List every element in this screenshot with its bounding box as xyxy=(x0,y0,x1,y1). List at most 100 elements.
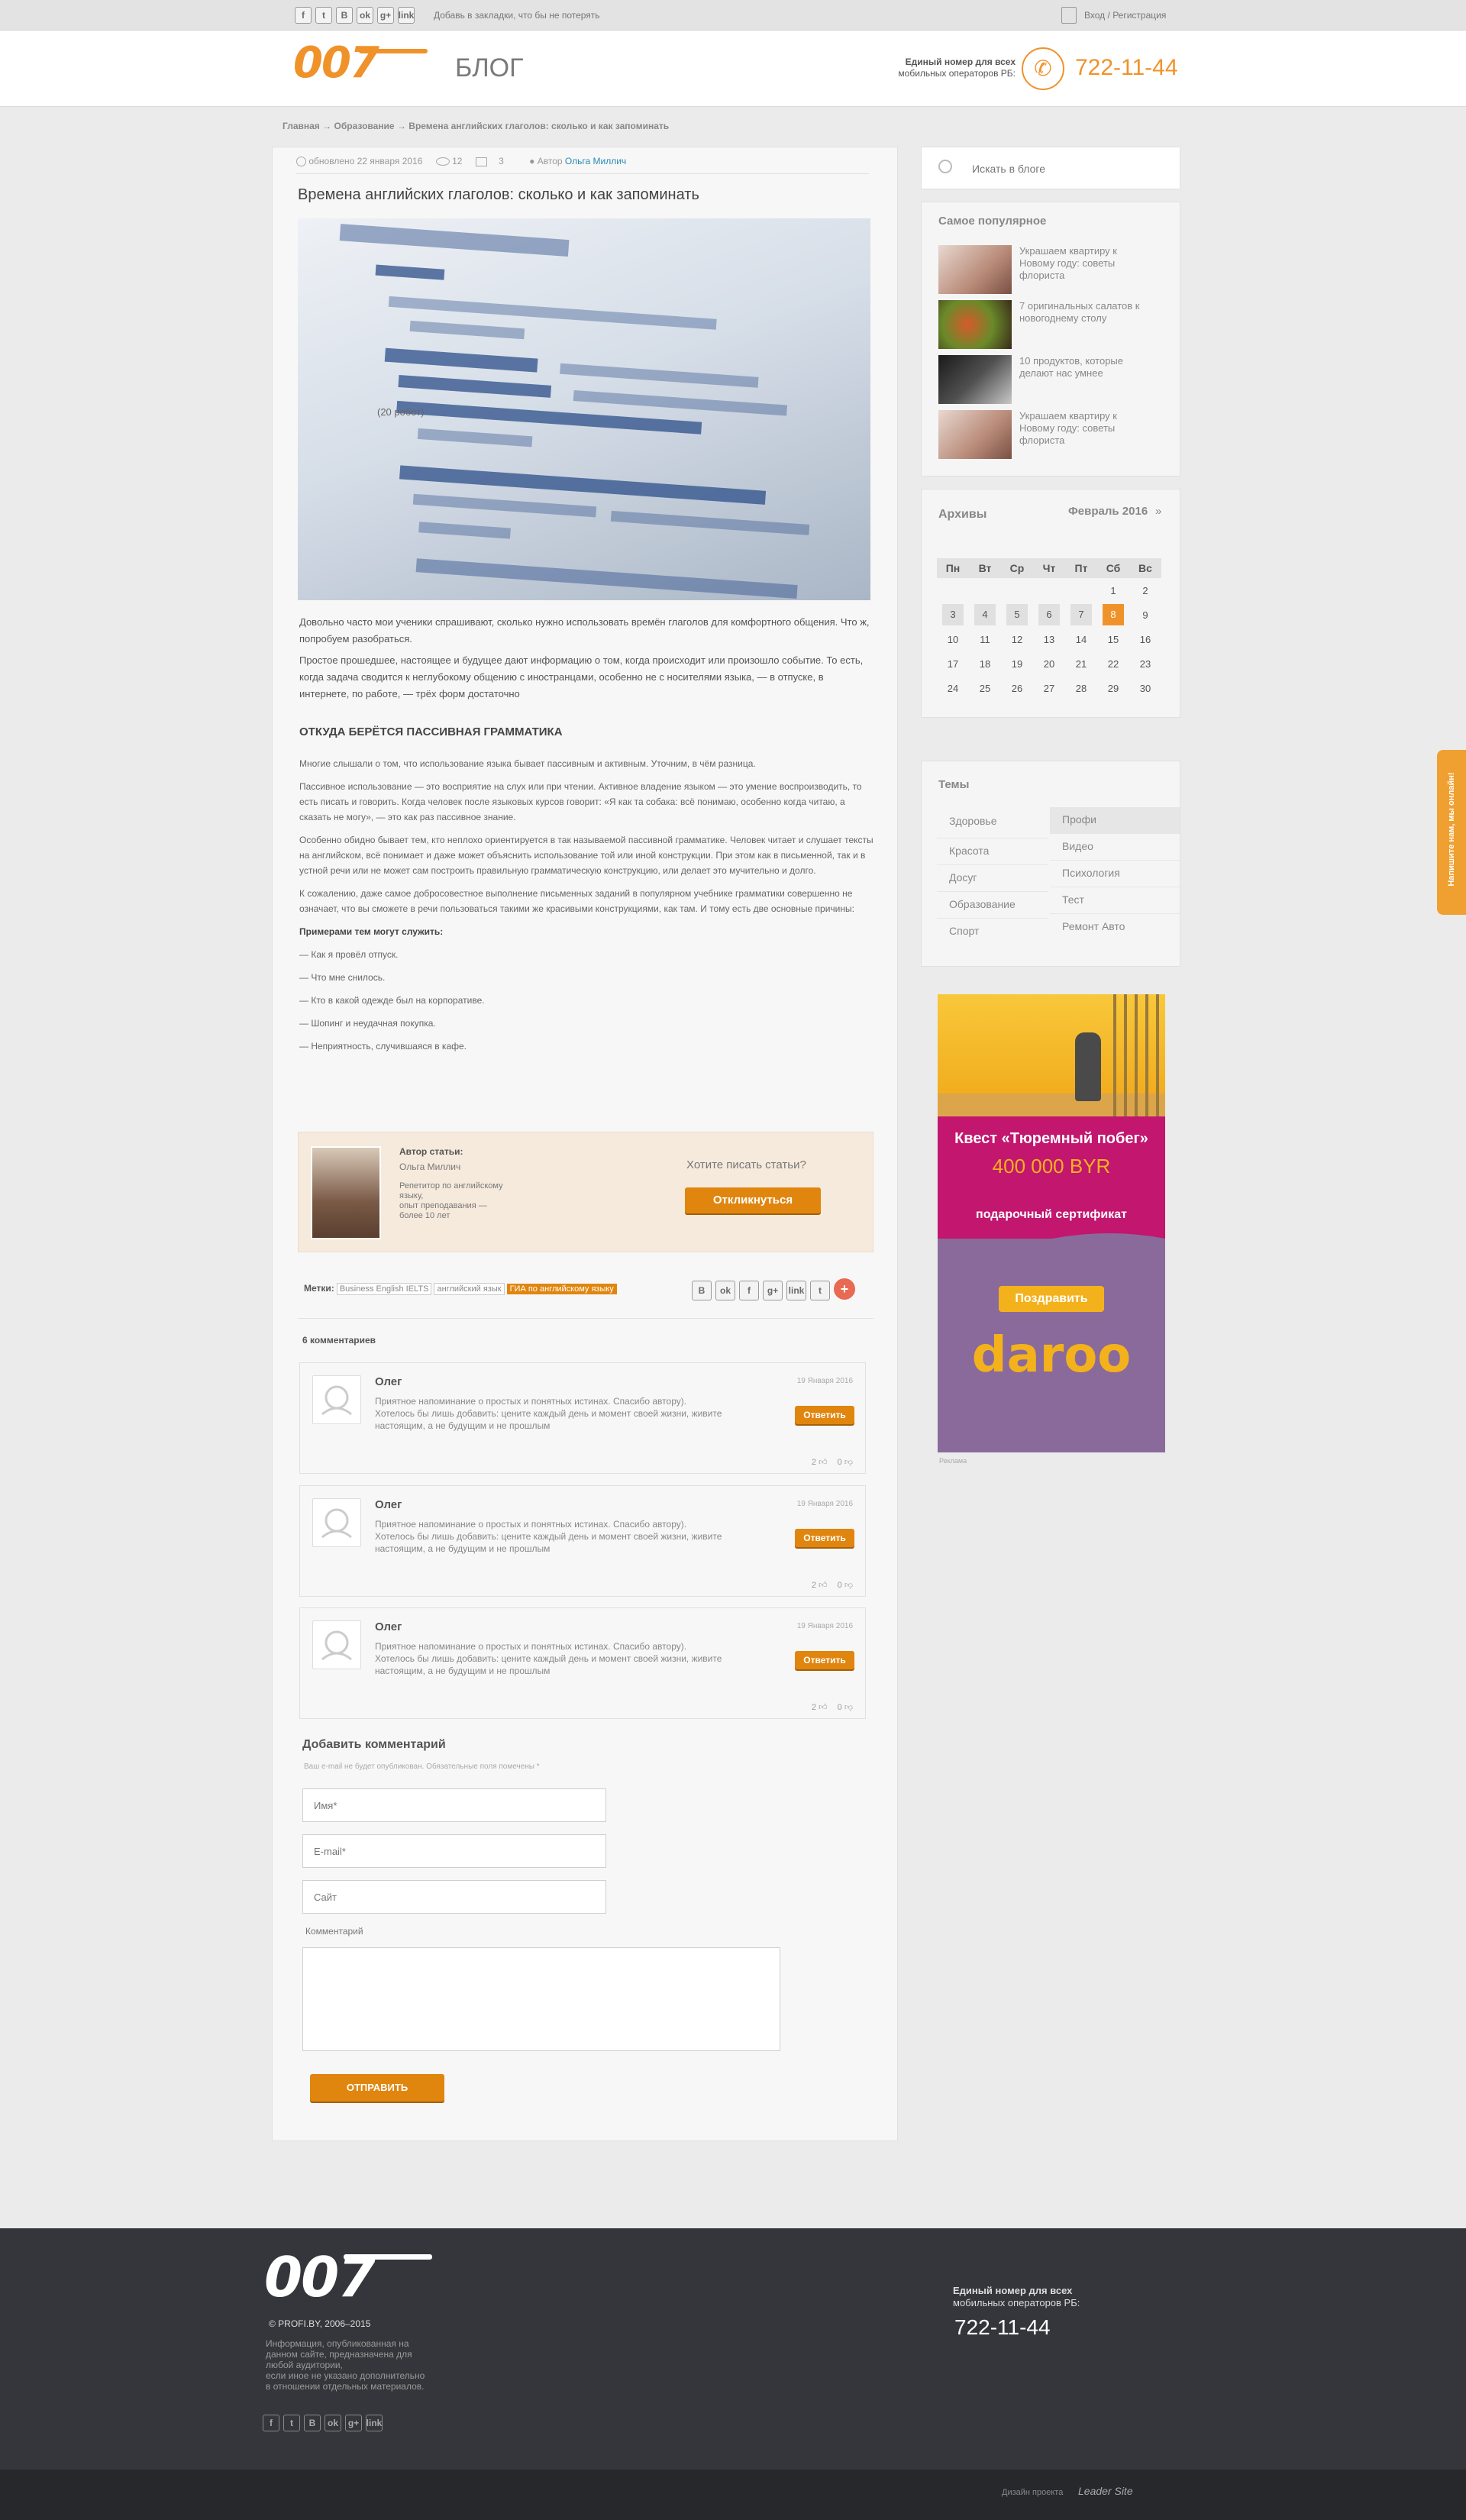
topic-link[interactable]: Ремонт Авто xyxy=(1050,914,1180,941)
author-link[interactable]: Ольга Миллич xyxy=(565,156,626,166)
popular-link[interactable]: Украшаем квартиру к Новому году: советы фл… xyxy=(1019,245,1117,282)
reply-button[interactable]: Ответить xyxy=(795,1651,854,1669)
site-logo[interactable]: 007 xyxy=(293,38,379,88)
facebook-icon[interactable]: f xyxy=(263,2415,279,2431)
twitter-share-icon[interactable]: t xyxy=(810,1280,830,1300)
topic-link[interactable]: Психология xyxy=(1050,861,1180,887)
facebook-share-icon[interactable]: f xyxy=(739,1280,759,1300)
calendar-day[interactable]: 24 xyxy=(937,676,969,700)
popular-link[interactable]: Украшаем квартиру к Новому году: советы фл… xyxy=(1019,410,1117,447)
odnoklassniki-icon[interactable]: ok xyxy=(357,7,373,24)
login-icon[interactable] xyxy=(1061,7,1077,24)
popular-thumb[interactable] xyxy=(938,410,1012,459)
calendar-day[interactable]: 11 xyxy=(969,627,1001,651)
name-field[interactable] xyxy=(302,1788,606,1822)
vk-share-icon[interactable]: B xyxy=(692,1280,712,1300)
site-field[interactable] xyxy=(302,1880,606,1914)
popular-link[interactable]: 10 продуктов, которые делают нас умнее xyxy=(1019,355,1123,380)
popular-link[interactable]: 7 оригинальных салатов к новогоднему стол… xyxy=(1019,300,1139,325)
calendar-today[interactable]: 8 xyxy=(1103,604,1124,625)
topic-link[interactable]: Досуг xyxy=(937,865,1048,892)
calendar-day-link[interactable]: 5 xyxy=(1006,604,1028,625)
tag[interactable]: Business English IELTS xyxy=(336,1283,432,1295)
twitter-icon[interactable]: t xyxy=(315,7,332,24)
popular-thumb[interactable] xyxy=(938,355,1012,404)
vk-icon[interactable]: B xyxy=(304,2415,321,2431)
submit-button[interactable]: ОТПРАВИТЬ xyxy=(310,2074,444,2102)
respond-button[interactable]: Откликнуться xyxy=(685,1187,821,1213)
topic-link[interactable]: Красота xyxy=(937,838,1048,865)
topic-link[interactable]: Тест xyxy=(1050,887,1180,914)
tag[interactable]: английский язык xyxy=(434,1283,505,1295)
feedback-tab[interactable]: Напишите нам, мы онлайн! xyxy=(1437,750,1466,915)
reply-button[interactable]: Ответить xyxy=(795,1406,854,1424)
calendar-day-link[interactable]: 4 xyxy=(974,604,996,625)
calendar-day[interactable]: 9 xyxy=(1129,603,1161,627)
calendar-day-link[interactable]: 6 xyxy=(1038,604,1060,625)
login-link[interactable]: Вход xyxy=(1084,10,1105,21)
calendar-day[interactable]: 17 xyxy=(937,651,969,676)
popular-thumb[interactable] xyxy=(938,300,1012,349)
calendar-day[interactable]: 28 xyxy=(1065,676,1097,700)
dislike-icon[interactable]: 👎︎ xyxy=(844,1703,853,1712)
register-link[interactable]: Регистрация xyxy=(1112,10,1166,21)
topic-link[interactable]: Видео xyxy=(1050,834,1180,861)
header-phone[interactable]: 722-11-44 xyxy=(1075,55,1178,81)
link-icon[interactable]: link xyxy=(398,7,415,24)
topic-link[interactable]: Здоровье xyxy=(937,812,1048,838)
calendar-day-link[interactable]: 3 xyxy=(942,604,964,625)
more-share-icon[interactable]: + xyxy=(834,1278,855,1300)
calendar-day[interactable]: 14 xyxy=(1065,627,1097,651)
author-box-name[interactable]: Ольга Миллич xyxy=(399,1161,460,1172)
design-brand[interactable]: Leader Site xyxy=(1078,2485,1133,2497)
calendar-day[interactable]: 1 xyxy=(1097,578,1129,603)
comment-textarea[interactable] xyxy=(302,1947,780,2051)
reply-button[interactable]: Ответить xyxy=(795,1529,854,1547)
topic-link[interactable]: Спорт xyxy=(937,919,1048,945)
odnoklassniki-icon[interactable]: ok xyxy=(325,2415,341,2431)
topic-link[interactable]: Образование xyxy=(937,892,1048,919)
footer-phone[interactable]: 722-11-44 xyxy=(954,2315,1051,2340)
twitter-icon[interactable]: t xyxy=(283,2415,300,2431)
ad-button[interactable]: Поздравить xyxy=(999,1286,1104,1312)
calendar-day[interactable]: 27 xyxy=(1033,676,1065,700)
calendar-day[interactable]: 2 xyxy=(1129,578,1161,603)
next-month-icon[interactable]: » xyxy=(1155,505,1161,518)
breadcrumb-home[interactable]: Главная xyxy=(283,121,320,131)
calendar-day[interactable]: 23 xyxy=(1129,651,1161,676)
calendar-day[interactable]: 16 xyxy=(1129,627,1161,651)
google-plus-icon[interactable]: g+ xyxy=(345,2415,362,2431)
calendar-day[interactable]: 18 xyxy=(969,651,1001,676)
dislike-icon[interactable]: 👎︎ xyxy=(844,1458,853,1467)
facebook-icon[interactable]: f xyxy=(295,7,312,24)
search-input[interactable] xyxy=(972,158,1171,179)
calendar-day[interactable]: 30 xyxy=(1129,676,1161,700)
like-icon[interactable]: 👍︎ xyxy=(819,1581,828,1590)
like-icon[interactable]: 👍︎ xyxy=(819,1458,828,1467)
calendar-day[interactable]: 25 xyxy=(969,676,1001,700)
calendar-day[interactable]: 12 xyxy=(1001,627,1033,651)
link-icon[interactable]: link xyxy=(366,2415,383,2431)
search-icon[interactable] xyxy=(938,160,952,173)
calendar-day[interactable]: 10 xyxy=(937,627,969,651)
google-plus-share-icon[interactable]: g+ xyxy=(763,1280,783,1300)
like-icon[interactable]: 👍︎ xyxy=(819,1703,828,1712)
link-share-icon[interactable]: link xyxy=(786,1280,806,1300)
calendar-day[interactable]: 15 xyxy=(1097,627,1129,651)
calendar-day-link[interactable]: 7 xyxy=(1070,604,1092,625)
calendar-day[interactable]: 13 xyxy=(1033,627,1065,651)
calendar-day[interactable]: 22 xyxy=(1097,651,1129,676)
calendar-day[interactable]: 21 xyxy=(1065,651,1097,676)
topic-link-active[interactable]: Профи xyxy=(1050,807,1180,834)
calendar-day[interactable]: 19 xyxy=(1001,651,1033,676)
calendar-day[interactable]: 26 xyxy=(1001,676,1033,700)
dislike-icon[interactable]: 👎︎ xyxy=(844,1581,853,1590)
vk-icon[interactable]: B xyxy=(336,7,353,24)
ad-banner[interactable]: Квест «Тюремный побег» 400 000 BYR подар… xyxy=(938,994,1165,1452)
popular-thumb[interactable] xyxy=(938,245,1012,294)
ok-share-icon[interactable]: ok xyxy=(715,1280,735,1300)
tag[interactable]: ГИА по английскому языку xyxy=(506,1284,617,1294)
calendar-day[interactable]: 20 xyxy=(1033,651,1065,676)
email-field[interactable] xyxy=(302,1834,606,1868)
breadcrumb-category[interactable]: Образование xyxy=(334,121,395,131)
